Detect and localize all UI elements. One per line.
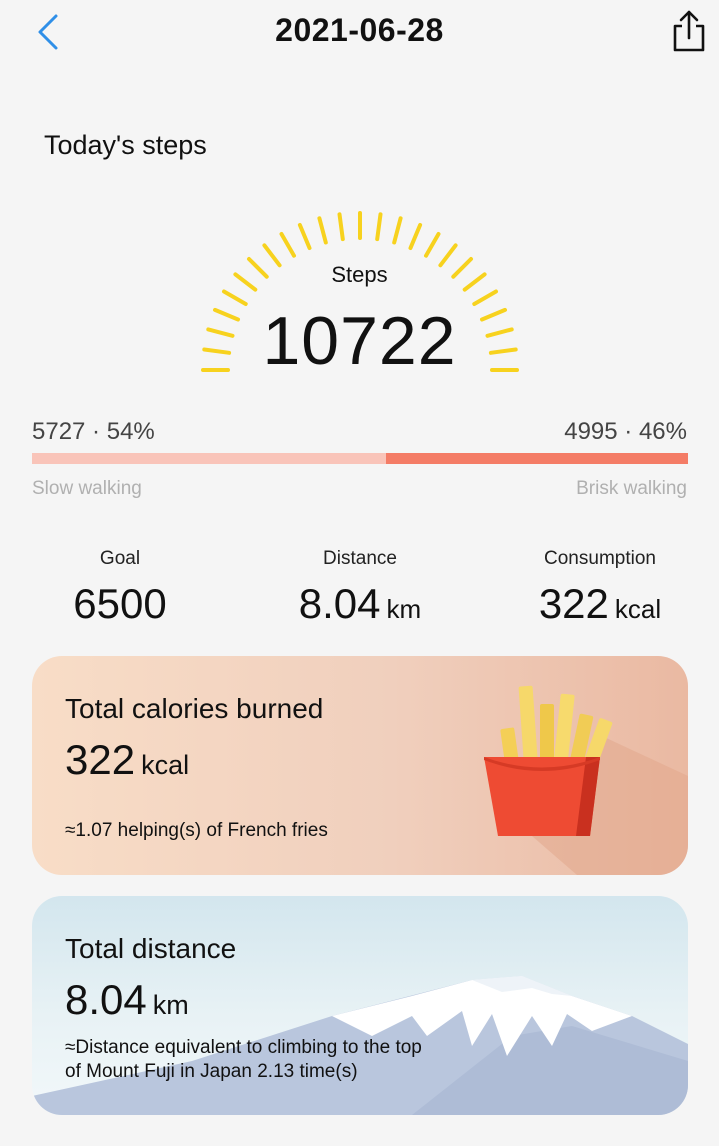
distance-card-note: ≈Distance equivalent to climbing to the … [65,1037,422,1082]
distance-card-title: Total distance [65,933,237,964]
share-icon [673,10,705,52]
brisk-walking-value: 4995 · 46% [564,418,687,445]
gauge-tick [317,216,328,245]
distance-stat: Distance 8.04 km [240,548,480,628]
consumption-stat: Consumption 322 kcal [480,548,719,628]
calories-card-value-row: 322 kcal [65,736,189,784]
gauge-tick [337,212,345,242]
slow-walking-value: 5727 · 54% [32,418,155,445]
calories-card-note: ≈1.07 helping(s) of French fries [65,820,328,841]
distance-card[interactable]: Total distance 8.04 km ≈Distance equivale… [32,896,688,1115]
consumption-value-row: 322 kcal [480,580,719,628]
steps-label: Steps [331,262,388,287]
section-title: Today's steps [44,130,207,160]
gauge-tick [424,232,441,258]
brisk-walking-label: Brisk walking [576,478,687,499]
consumption-label: Consumption [544,548,656,569]
distance-card-value: 8.04 [65,976,147,1023]
distance-value: 8.04 [298,580,381,627]
distance-card-value-row: 8.04 km [65,976,189,1024]
gauge-tick [279,232,296,258]
gauge-tick [408,223,423,250]
distance-unit: km [386,594,422,624]
header: 2021-06-28 [0,0,719,70]
gauge-tick [375,212,383,242]
distance-value-row: 8.04 km [240,580,480,628]
consumption-value: 322 [538,580,609,627]
walking-split-bar [32,453,688,464]
calories-card-title: Total calories burned [65,693,324,724]
french-fries-icon [484,685,688,875]
gauge-tick [297,223,312,250]
slow-walking-segment [32,453,387,464]
calories-card[interactable]: Total calories burned 322 kcal ≈1.07 help… [32,656,688,875]
gauge-tick [392,216,403,245]
calories-card-value: 322 [65,736,136,783]
slow-walking-label: Slow walking [32,478,142,499]
goal-value: 6500 [73,580,167,627]
distance-card-unit: km [152,990,189,1020]
share-button[interactable] [669,8,709,54]
brisk-walking-segment [386,453,688,464]
distance-label: Distance [323,548,397,569]
goal-label: Goal [99,548,141,569]
steps-value: 10722 [262,303,457,379]
page-title: 2021-06-28 [275,12,444,48]
goal-stat: Goal 6500 [0,548,240,628]
consumption-unit: kcal [614,594,662,624]
calories-card-unit: kcal [141,750,190,780]
